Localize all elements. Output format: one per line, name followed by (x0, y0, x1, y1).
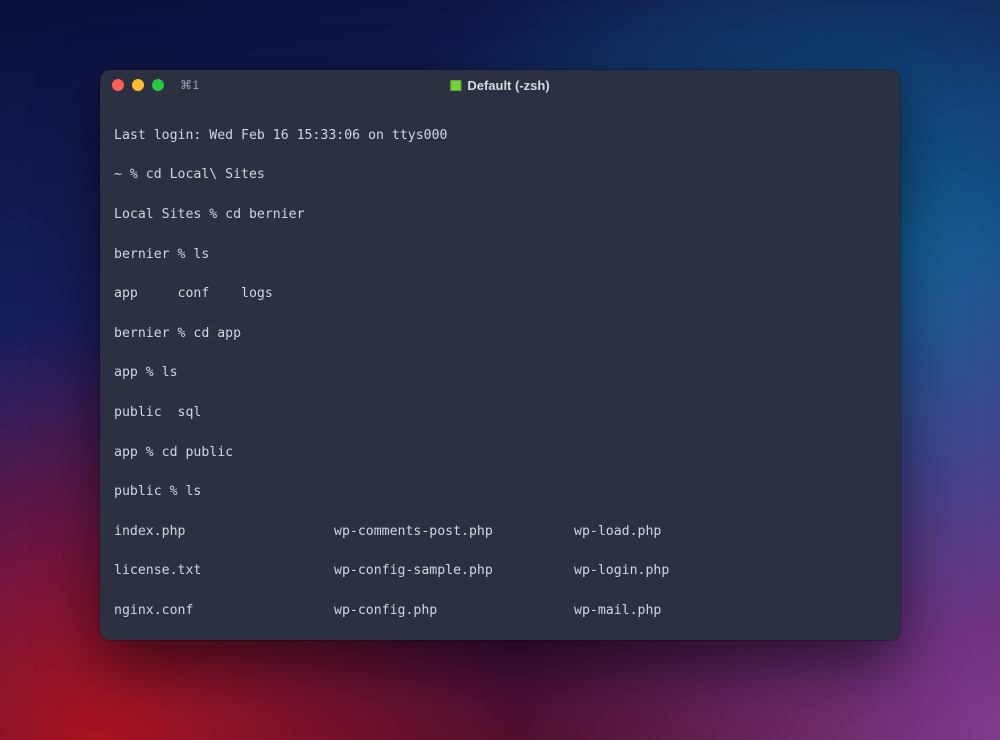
output-line: Last login: Wed Feb 16 15:33:06 on ttys0… (114, 126, 886, 146)
output-line: public % ls (114, 482, 886, 502)
output-line: app % ls (114, 363, 886, 383)
output-line: ~ % cd Local\ Sites (114, 165, 886, 185)
output-line: app % cd public (114, 443, 886, 463)
ls-row: license.txtwp-config-sample.phpwp-login.… (114, 561, 886, 581)
terminal-icon (450, 80, 461, 91)
traffic-lights (112, 79, 164, 91)
output-line: bernier % ls (114, 245, 886, 265)
output-line: public sql (114, 403, 886, 423)
maximize-icon[interactable] (152, 79, 164, 91)
ls-row: nginx.confwp-config.phpwp-mail.php (114, 601, 886, 621)
ls-row: index.phpwp-comments-post.phpwp-load.php (114, 522, 886, 542)
terminal-window: ⌘1 Default (-zsh) Last login: Wed Feb 16… (100, 70, 900, 640)
terminal-output[interactable]: Last login: Wed Feb 16 15:33:06 on ttys0… (100, 100, 900, 640)
window-titlebar[interactable]: ⌘1 Default (-zsh) (100, 70, 900, 100)
output-line: app conf logs (114, 284, 886, 304)
window-title: Default (-zsh) (450, 78, 549, 93)
window-title-text: Default (-zsh) (467, 78, 549, 93)
close-icon[interactable] (112, 79, 124, 91)
output-line: bernier % cd app (114, 324, 886, 344)
minimize-icon[interactable] (132, 79, 144, 91)
tab-indicator: ⌘1 (180, 78, 200, 92)
output-line: Local Sites % cd bernier (114, 205, 886, 225)
